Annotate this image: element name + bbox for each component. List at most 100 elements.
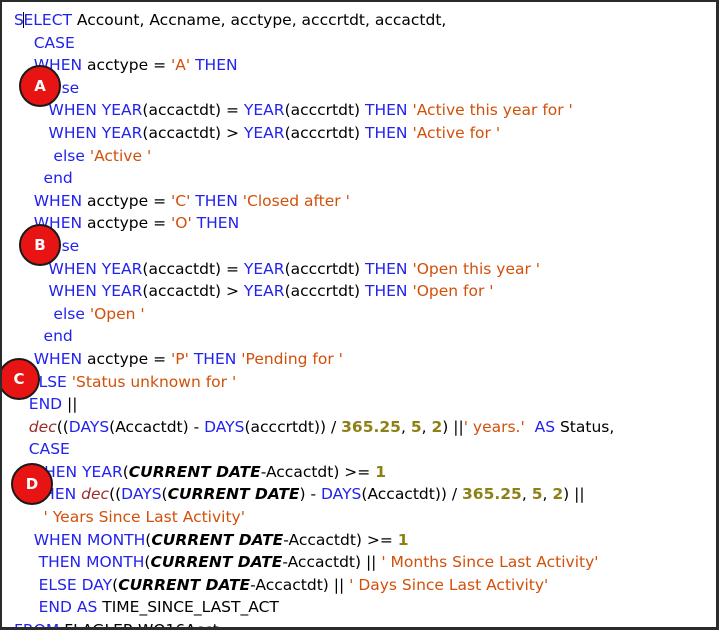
token-keyword: else	[14, 304, 90, 323]
token-keyword: THEN	[365, 259, 413, 278]
token-keyword: YEAR	[243, 101, 285, 120]
callout-badge-label: A	[34, 77, 46, 95]
token-number: 5	[531, 485, 543, 504]
token-string: ' Years Since Last Activity'	[14, 508, 245, 527]
code-line: WHEN YEAR(accactdt) > YEAR(acccrtdt) THE…	[2, 280, 716, 303]
token-keyword: end	[14, 327, 73, 346]
token-keyword: ELECT	[23, 11, 72, 29]
token-identifier: (accactdt) =	[142, 259, 244, 278]
token-keyword: YEAR	[243, 123, 285, 142]
token-keyword: WHEN MONTH	[14, 530, 146, 549]
token-number: 365.25	[462, 485, 522, 504]
token-keyword: ELSE DAY	[14, 575, 113, 594]
token-keyword: DAYS	[68, 417, 110, 436]
token-string: 'A'	[171, 56, 191, 75]
token-string: ' Days Since Last Activity'	[349, 575, 549, 594]
token-identifier: acctype =	[82, 191, 172, 210]
token-identifier: FLAGLER.WQ16Acct;	[59, 621, 224, 627]
token-string: 'Active for '	[412, 123, 501, 142]
code-line: case	[2, 235, 716, 258]
token-keyword: THEN	[188, 349, 242, 368]
token-function: dec	[28, 417, 57, 436]
token-identifier: (acccrtdt)) /	[244, 417, 342, 436]
token-identifier: (acccrtdt)	[284, 282, 366, 301]
token-identifier: acctype =	[82, 349, 172, 368]
code-line: END ||	[2, 393, 716, 416]
token-identifier: Account, Accname, acctype, acccrtdt, acc…	[71, 11, 447, 29]
callout-badge-a[interactable]: A	[19, 65, 61, 107]
token-identifier: TIME_SINCE_LAST_ACT	[97, 598, 279, 617]
token-string: ' Months Since Last Activity'	[381, 553, 599, 572]
code-line: WHEN YEAR(accactdt) = YEAR(acccrtdt) THE…	[2, 99, 716, 122]
token-keyword: CASE	[14, 440, 70, 459]
token-identifier	[14, 418, 29, 436]
token-string: 'C'	[171, 191, 191, 210]
code-line: THEN dec((DAYS(CURRENT DATE) - DAYS(Acca…	[2, 483, 716, 506]
token-current-date: CURRENT DATE	[128, 462, 261, 481]
code-line: WHEN acctype = 'P' THEN 'Pending for '	[2, 348, 716, 371]
callout-badge-b[interactable]: B	[19, 224, 61, 266]
token-string: 'Status unknown for '	[71, 372, 237, 391]
token-string: 'Open for '	[412, 282, 494, 301]
token-keyword: WHEN YEAR	[14, 282, 143, 301]
code-line: WHEN acctype = 'C' THEN 'Closed after '	[2, 190, 716, 213]
token-keyword: THEN MONTH	[14, 553, 145, 572]
token-keyword: THEN	[191, 214, 240, 233]
code-line: else 'Open '	[2, 303, 716, 326]
token-identifier: -Accactdt) >=	[283, 530, 398, 549]
code-line: else 'Active '	[2, 145, 716, 168]
token-string: 'Active this year for '	[412, 101, 573, 120]
code-line: WHEN YEAR(accactdt) = YEAR(acccrtdt) THE…	[2, 258, 716, 281]
token-identifier: (accactdt) >	[142, 282, 244, 301]
token-keyword: end	[14, 169, 73, 188]
code-line: ELSE 'Status unknown for '	[2, 371, 716, 394]
token-string: 'O'	[171, 214, 192, 233]
token-identifier: -Accactdt) ||	[282, 553, 382, 572]
token-identifier: ) ||	[442, 417, 464, 436]
code-line: ' Years Since Last Activity'	[2, 506, 716, 529]
token-identifier: ,	[421, 417, 432, 436]
token-keyword: WHEN	[14, 191, 83, 210]
token-number: 1	[397, 530, 409, 549]
token-string: ' years.'	[463, 417, 525, 436]
token-string: 'Closed after '	[242, 191, 350, 210]
code-line: WHEN acctype = 'O' THEN	[2, 212, 716, 235]
token-number: 2	[431, 417, 443, 436]
token-number: 1	[375, 462, 387, 481]
code-line: WHEN YEAR(CURRENT DATE-Accactdt) >= 1	[2, 461, 716, 484]
token-identifier: ,	[542, 485, 553, 504]
code-line: THEN MONTH(CURRENT DATE-Accactdt) || ' M…	[2, 551, 716, 574]
token-current-date: CURRENT DATE	[151, 530, 284, 549]
token-keyword: END AS	[14, 598, 98, 617]
callout-badge-d[interactable]: D	[11, 463, 53, 505]
token-identifier: -Accactdt) >=	[260, 462, 376, 481]
token-keyword: DAYS	[204, 417, 245, 436]
code-line: WHEN acctype = 'A' THEN	[2, 54, 716, 77]
token-keyword: THEN	[190, 191, 243, 210]
code-text-area[interactable]: SELECT Account, Accname, acctype, acccrt…	[2, 2, 716, 627]
token-current-date: CURRENT DATE	[150, 553, 283, 572]
token-current-date: CURRENT DATE	[167, 485, 300, 504]
token-identifier: ((	[109, 485, 122, 504]
token-identifier: acctype =	[82, 56, 172, 75]
token-identifier: Status,	[555, 417, 615, 436]
code-line: dec((DAYS(Accactdt) - DAYS(acccrtdt)) / …	[2, 416, 716, 439]
token-string: 'Active '	[89, 146, 152, 165]
token-keyword: DAYS	[321, 485, 362, 504]
token-keyword: THEN	[365, 123, 413, 142]
token-identifier: ) ||	[563, 485, 585, 504]
code-line: case	[2, 77, 716, 100]
token-identifier: ((	[56, 417, 69, 436]
token-identifier: (Accactdt) -	[109, 417, 205, 436]
token-identifier: (acccrtdt)	[284, 259, 366, 278]
code-line: WHEN YEAR(accactdt) > YEAR(acccrtdt) THE…	[2, 122, 716, 145]
token-string: 'P'	[171, 349, 189, 368]
code-line: ELSE DAY(CURRENT DATE-Accactdt) || ' Day…	[2, 574, 716, 597]
token-string: 'Open '	[89, 304, 145, 323]
callout-badge-c[interactable]: C	[2, 358, 40, 400]
token-string: 'Pending for '	[241, 349, 343, 368]
token-keyword: WHEN YEAR	[14, 123, 143, 142]
callout-badge-label: D	[25, 475, 39, 493]
token-current-date: CURRENT DATE	[118, 575, 251, 594]
token-identifier: -Accactdt) ||	[250, 575, 350, 594]
